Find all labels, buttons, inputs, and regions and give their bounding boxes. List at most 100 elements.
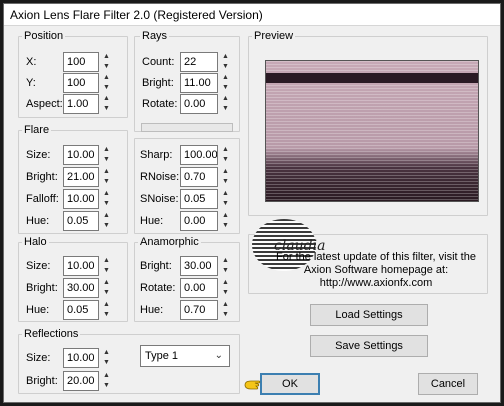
up-arrow-icon[interactable]: ▲: [221, 189, 230, 199]
down-arrow-icon[interactable]: ▼: [102, 199, 111, 209]
flare-bright-stepper[interactable]: ▲ ▼: [102, 167, 111, 187]
position-y-input[interactable]: 100: [63, 73, 99, 93]
flare-snoise-stepper[interactable]: ▲ ▼: [221, 189, 230, 209]
down-arrow-icon[interactable]: ▼: [102, 155, 111, 165]
reflections-bright-input[interactable]: 20.00: [63, 371, 99, 391]
up-arrow-icon[interactable]: ▲: [221, 167, 230, 177]
flare-hue-stepper[interactable]: ▲ ▼: [102, 211, 111, 231]
rays-bright-label: Bright:: [142, 77, 174, 89]
anamorphic-hue-input[interactable]: 0.70: [180, 300, 218, 320]
flare-size-input[interactable]: 10.00: [63, 145, 99, 165]
rays-count-stepper[interactable]: ▲ ▼: [221, 52, 230, 72]
down-arrow-icon[interactable]: ▼: [221, 177, 230, 187]
down-arrow-icon[interactable]: ▼: [221, 155, 230, 165]
anamorphic-rotate-input[interactable]: 0.00: [180, 278, 218, 298]
info-text: For the latest update of this filter, vi…: [276, 251, 476, 289]
flare-falloff-input[interactable]: 10.00: [63, 189, 99, 209]
down-arrow-icon[interactable]: ▼: [102, 358, 111, 368]
position-y-stepper[interactable]: ▲ ▼: [102, 73, 111, 93]
flare-falloff-stepper[interactable]: ▲ ▼: [102, 189, 111, 209]
up-arrow-icon[interactable]: ▲: [102, 73, 111, 83]
up-arrow-icon[interactable]: ▲: [221, 94, 230, 104]
reflections-size-stepper[interactable]: ▲ ▼: [102, 348, 111, 368]
up-arrow-icon[interactable]: ▲: [102, 189, 111, 199]
position-aspect-input[interactable]: 1.00: [63, 94, 99, 114]
anamorphic-rotate-stepper[interactable]: ▲ ▼: [221, 278, 230, 298]
flare-hue2-stepper[interactable]: ▲ ▼: [221, 211, 230, 231]
position-group-title: Position: [22, 30, 66, 42]
up-arrow-icon[interactable]: ▲: [221, 73, 230, 83]
save-settings-button[interactable]: Save Settings: [310, 335, 428, 357]
chevron-down-icon[interactable]: ⌄: [215, 346, 223, 366]
down-arrow-icon[interactable]: ▼: [102, 310, 111, 320]
down-arrow-icon[interactable]: ▼: [221, 221, 230, 231]
reflections-size-input[interactable]: 10.00: [63, 348, 99, 368]
up-arrow-icon[interactable]: ▲: [102, 371, 111, 381]
flare-rnoise-input[interactable]: 0.70: [180, 167, 218, 187]
up-arrow-icon[interactable]: ▲: [102, 167, 111, 177]
down-arrow-icon[interactable]: ▼: [102, 83, 111, 93]
position-x-input[interactable]: 100: [63, 52, 99, 72]
up-arrow-icon[interactable]: ▲: [102, 300, 111, 310]
up-arrow-icon[interactable]: ▲: [221, 256, 230, 266]
halo-bright-input[interactable]: 30.00: [63, 278, 99, 298]
flare-hue-input[interactable]: 0.05: [63, 211, 99, 231]
flare-hue2-input[interactable]: 0.00: [180, 211, 218, 231]
down-arrow-icon[interactable]: ▼: [221, 310, 230, 320]
up-arrow-icon[interactable]: ▲: [221, 300, 230, 310]
flare-bright-input[interactable]: 21.00: [63, 167, 99, 187]
down-arrow-icon[interactable]: ▼: [102, 266, 111, 276]
rays-slider[interactable]: [141, 123, 233, 132]
anamorphic-hue-stepper[interactable]: ▲ ▼: [221, 300, 230, 320]
hand-pointer-icon: [244, 380, 261, 390]
flare-sharp-input[interactable]: 100.00: [180, 145, 218, 165]
down-arrow-icon[interactable]: ▼: [221, 199, 230, 209]
ok-button[interactable]: OK: [260, 373, 320, 395]
load-settings-button[interactable]: Load Settings: [310, 304, 428, 326]
up-arrow-icon[interactable]: ▲: [102, 211, 111, 221]
reflections-type-select[interactable]: Type 1 ⌄: [140, 345, 230, 367]
position-aspect-stepper[interactable]: ▲ ▼: [102, 94, 111, 114]
up-arrow-icon[interactable]: ▲: [102, 145, 111, 155]
flare-snoise-input[interactable]: 0.05: [180, 189, 218, 209]
down-arrow-icon[interactable]: ▼: [102, 221, 111, 231]
cancel-button[interactable]: Cancel: [418, 373, 478, 395]
halo-size-input[interactable]: 10.00: [63, 256, 99, 276]
flare-size-stepper[interactable]: ▲ ▼: [102, 145, 111, 165]
reflections-size-label: Size:: [26, 352, 51, 364]
down-arrow-icon[interactable]: ▼: [221, 104, 230, 114]
up-arrow-icon[interactable]: ▲: [102, 278, 111, 288]
up-arrow-icon[interactable]: ▲: [221, 278, 230, 288]
down-arrow-icon[interactable]: ▼: [221, 83, 230, 93]
reflections-bright-stepper[interactable]: ▲ ▼: [102, 371, 111, 391]
up-arrow-icon[interactable]: ▲: [221, 145, 230, 155]
halo-hue-stepper[interactable]: ▲ ▼: [102, 300, 111, 320]
up-arrow-icon[interactable]: ▲: [102, 256, 111, 266]
rays-bright-input[interactable]: 11.00: [180, 73, 218, 93]
anamorphic-bright-input[interactable]: 30.00: [180, 256, 218, 276]
rays-rotate-input[interactable]: 0.00: [180, 94, 218, 114]
flare-sharp-stepper[interactable]: ▲ ▼: [221, 145, 230, 165]
up-arrow-icon[interactable]: ▲: [221, 211, 230, 221]
down-arrow-icon[interactable]: ▼: [102, 62, 111, 72]
halo-bright-stepper[interactable]: ▲ ▼: [102, 278, 111, 298]
down-arrow-icon[interactable]: ▼: [221, 62, 230, 72]
down-arrow-icon[interactable]: ▼: [102, 104, 111, 114]
halo-size-stepper[interactable]: ▲ ▼: [102, 256, 111, 276]
rays-rotate-stepper[interactable]: ▲ ▼: [221, 94, 230, 114]
down-arrow-icon[interactable]: ▼: [221, 288, 230, 298]
halo-hue-input[interactable]: 0.05: [63, 300, 99, 320]
flare-rnoise-stepper[interactable]: ▲ ▼: [221, 167, 230, 187]
up-arrow-icon[interactable]: ▲: [102, 52, 111, 62]
down-arrow-icon[interactable]: ▼: [102, 288, 111, 298]
up-arrow-icon[interactable]: ▲: [102, 94, 111, 104]
up-arrow-icon[interactable]: ▲: [102, 348, 111, 358]
down-arrow-icon[interactable]: ▼: [221, 266, 230, 276]
rays-bright-stepper[interactable]: ▲ ▼: [221, 73, 230, 93]
rays-count-input[interactable]: 22: [180, 52, 218, 72]
down-arrow-icon[interactable]: ▼: [102, 381, 111, 391]
up-arrow-icon[interactable]: ▲: [221, 52, 230, 62]
anamorphic-bright-stepper[interactable]: ▲ ▼: [221, 256, 230, 276]
down-arrow-icon[interactable]: ▼: [102, 177, 111, 187]
position-x-stepper[interactable]: ▲ ▼: [102, 52, 111, 72]
